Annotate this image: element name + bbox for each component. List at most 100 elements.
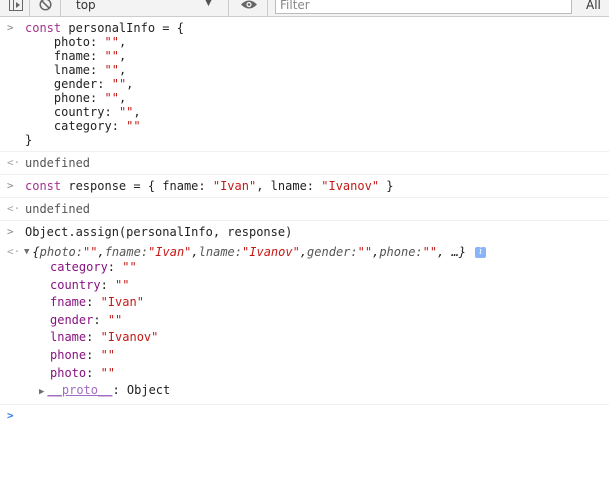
code-prop-key: photo <box>53 35 91 49</box>
object-property: gender: "" <box>50 312 123 327</box>
property-value: "Ivanov" <box>100 330 159 345</box>
code-string: "Ivanov" <box>321 179 380 193</box>
filter-input[interactable] <box>276 0 564 12</box>
preview-string: "" <box>83 245 98 259</box>
object-property: photo: "" <box>50 365 116 380</box>
context-selector-value: top <box>76 0 96 12</box>
clear-console-icon[interactable] <box>37 0 53 13</box>
console-prompt-line[interactable]: > <box>0 405 609 427</box>
console-toolbar: top ▼ All <box>0 0 609 17</box>
filter-field[interactable] <box>275 0 572 14</box>
code-prop-line: country: "", <box>53 105 141 119</box>
code-prop-key: category <box>53 119 112 133</box>
property-value: "" <box>100 365 116 380</box>
property-key: lname <box>50 330 87 345</box>
code-prop-key: gender <box>53 77 98 91</box>
console-input-message[interactable]: > Object.assign(personalInfo, response) <box>0 221 609 243</box>
property-key: phone <box>50 347 87 362</box>
toolbar-separator <box>29 0 30 16</box>
preview-string: "Ivan" <box>148 245 192 259</box>
object-property: country: "" <box>50 277 130 292</box>
property-key: gender <box>50 312 94 327</box>
code-text: = { <box>155 21 184 35</box>
code-string: "" <box>104 35 119 49</box>
property-key: fname <box>50 295 87 310</box>
code-string: "" <box>104 63 119 77</box>
code-prop-line: gender: "", <box>53 77 134 91</box>
code-text: } <box>25 133 33 147</box>
variable-name: personalInfo <box>68 21 156 35</box>
property-key: country <box>50 277 101 292</box>
console-result-message: <· undefined <box>0 198 609 221</box>
variable-name: response <box>68 179 127 193</box>
code-string: "Ivan" <box>212 179 257 193</box>
console-result-message: <· undefined <box>0 152 609 175</box>
property-value: "" <box>107 312 123 327</box>
sidebar-toggle-icon[interactable] <box>8 0 24 13</box>
code-text: } <box>379 179 394 193</box>
code-prop-key: lname <box>53 63 91 77</box>
keyword: const <box>25 179 62 193</box>
eye-icon[interactable] <box>238 0 260 13</box>
code-prop-key: fname <box>53 49 91 63</box>
toolbar-separator <box>228 0 229 16</box>
preview-text: { <box>32 245 40 259</box>
preview-key: phone: <box>379 245 423 259</box>
property-value: "Ivan" <box>100 295 144 310</box>
code-text: , lname: <box>256 179 322 193</box>
message-code: Object.assign(personalInfo, response) <box>25 225 293 239</box>
preview-text: , <box>191 245 199 259</box>
input-prompt-icon: > <box>7 179 14 192</box>
code-prop-line: fname: "", <box>53 49 127 63</box>
code-string: "" <box>111 77 127 91</box>
console-input-message[interactable]: > const personalInfo = { photo: "", fnam… <box>0 17 609 152</box>
toolbar-separator <box>60 0 61 16</box>
console-messages: > const personalInfo = { photo: "", fnam… <box>0 17 609 427</box>
object-preview[interactable]: ▼ {photo: "", fname: "Ivan", lname: "Iva… <box>24 245 609 259</box>
expand-triangle-icon[interactable]: ▶ <box>39 387 44 397</box>
preview-string: "" <box>422 245 438 259</box>
code-prop-line: photo: "", <box>53 35 127 49</box>
message-code: const response = { fname: "Ivan", lname:… <box>25 179 609 193</box>
object-properties: category: "" country: "" fname: "Ivan" g… <box>25 259 609 400</box>
preview-string: "Ivanov" <box>242 245 300 259</box>
object-property: phone: "" <box>50 347 116 362</box>
result-value: undefined <box>25 202 91 216</box>
toolbar-separator <box>267 0 268 16</box>
preview-text: , …} <box>437 245 467 259</box>
console-input-message[interactable]: > const response = { fname: "Ivan", lnam… <box>0 175 609 198</box>
proto-property[interactable]: ▶ __proto__: Object <box>39 382 609 400</box>
result-arrow-icon: <· <box>7 202 21 215</box>
object-property: category: "" <box>50 260 137 274</box>
code-string: "" <box>118 105 134 119</box>
console-object-result: <· ▼ {photo: "", fname: "Ivan", lname: "… <box>0 243 609 405</box>
code-text: = { fname: <box>126 179 213 193</box>
active-prompt-icon: > <box>7 408 14 422</box>
code-string: "" <box>104 49 119 63</box>
code-string: "" <box>104 91 119 105</box>
object-property: fname: "Ivan" <box>50 295 144 310</box>
code-prop-line: lname: "", <box>53 63 127 77</box>
proto-value: Object <box>126 383 171 398</box>
log-levels-dropdown[interactable]: All <box>586 0 601 14</box>
result-value: undefined <box>25 156 91 170</box>
property-value: "" <box>100 347 116 362</box>
result-arrow-icon: <· <box>7 245 21 258</box>
code-prop-line: category: "" <box>53 119 141 133</box>
preview-key: fname: <box>104 245 149 259</box>
preview-text: , <box>299 245 308 259</box>
preview-key: photo: <box>39 245 84 259</box>
code-prop-key: phone <box>53 91 91 105</box>
proto-key: __proto__ <box>47 383 113 398</box>
result-arrow-icon: <· <box>7 156 21 169</box>
preview-key: lname: <box>198 245 243 259</box>
info-icon[interactable]: i <box>475 246 487 258</box>
keyword: const <box>25 21 62 35</box>
code-prop-key: country <box>53 105 105 119</box>
expand-triangle-icon[interactable]: ▼ <box>24 245 29 259</box>
message-code: const personalInfo = { photo: "", fname:… <box>25 21 609 147</box>
code-prop-line: phone: "", <box>53 91 127 105</box>
object-property: lname: "Ivanov" <box>50 330 159 345</box>
input-prompt-icon: > <box>7 21 14 34</box>
preview-text: , <box>97 245 105 259</box>
